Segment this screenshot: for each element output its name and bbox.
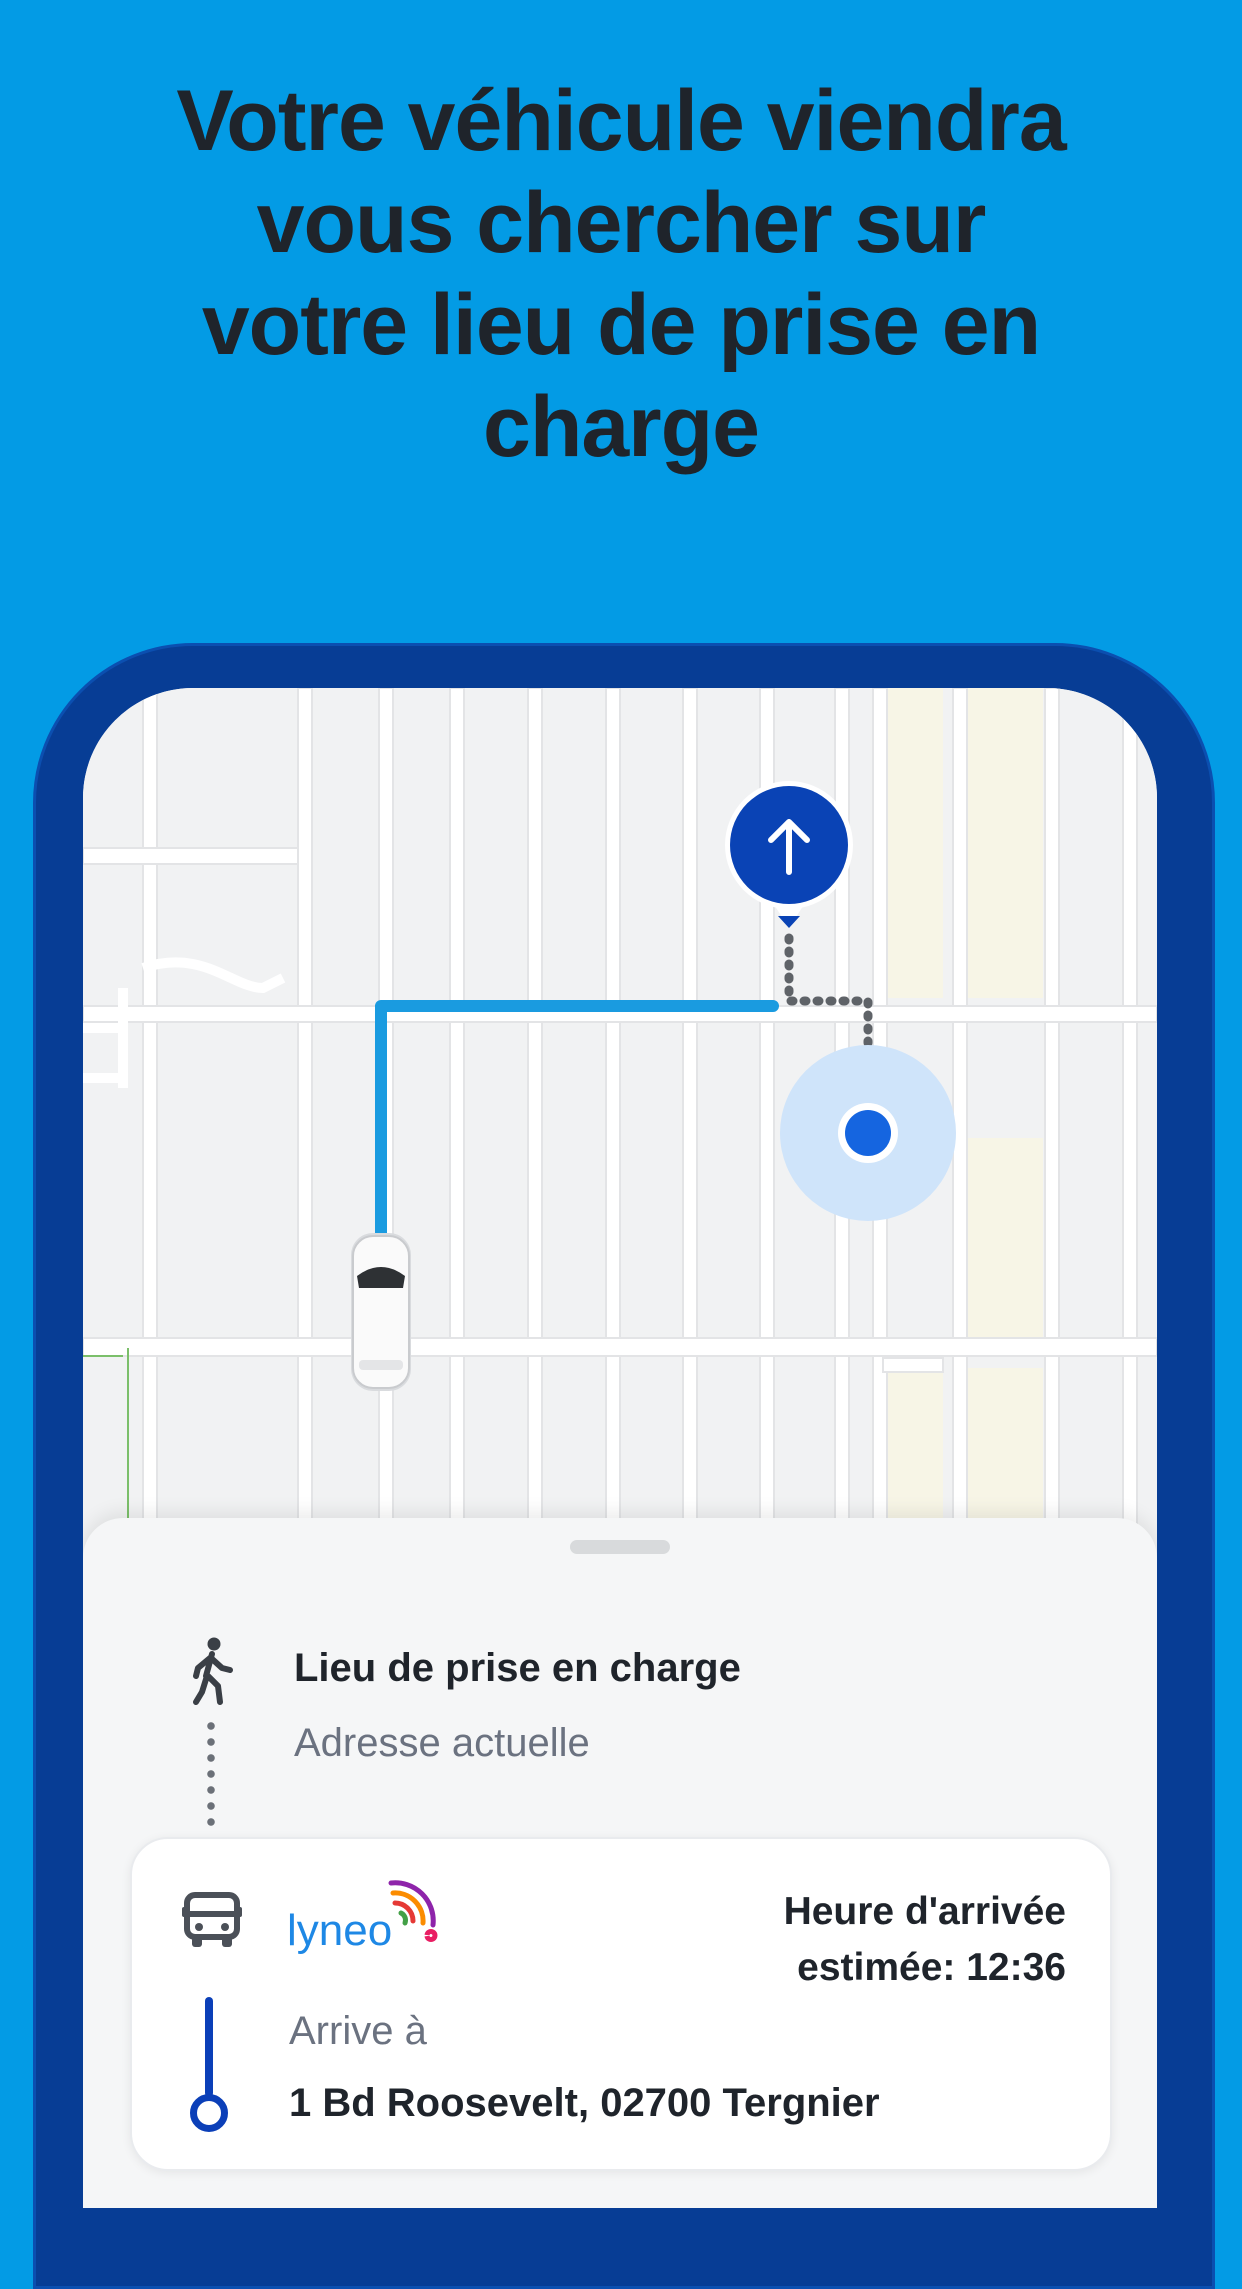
arrive-label: Arrive à [289,2009,427,2053]
destination-address: 1 Bd Roosevelt, 02700 Tergnier [289,2081,880,2125]
eta-line-1: Heure d'arrivée [783,1890,1066,1933]
bus-icon [182,1892,242,1947]
sheet-drag-handle[interactable] [570,1540,670,1554]
walking-person-icon [193,1637,233,1705]
eta-text: Heure d'arrivée estimée: 12:36 [646,1884,1066,1996]
car-icon [351,1233,411,1391]
walk-dotted-line [207,1718,215,1828]
phone-screen: Lieu de prise en charge Adresse actuelle… [83,688,1157,2208]
trip-bottom-sheet[interactable]: Lieu de prise en charge Adresse actuelle… [83,1518,1157,2208]
map[interactable] [83,688,1157,1548]
pickup-subtitle[interactable]: Adresse actuelle [294,1721,590,1766]
lyneo-logo: lyneo [287,1880,438,1955]
trip-card[interactable]: lyneo Heure d'arrivée estimée: 12:36 Arr… [130,1837,1112,2171]
route-line [205,1997,213,2097]
headline: Votre véhicule viendra vous chercher sur… [176,73,1066,475]
destination-marker-icon [190,2094,228,2132]
logo-wordmark: lyneo [287,1906,392,1955]
eta-line-2: estimée: 12:36 [797,1946,1066,1989]
pickup-title: Lieu de prise en charge [294,1646,741,1690]
